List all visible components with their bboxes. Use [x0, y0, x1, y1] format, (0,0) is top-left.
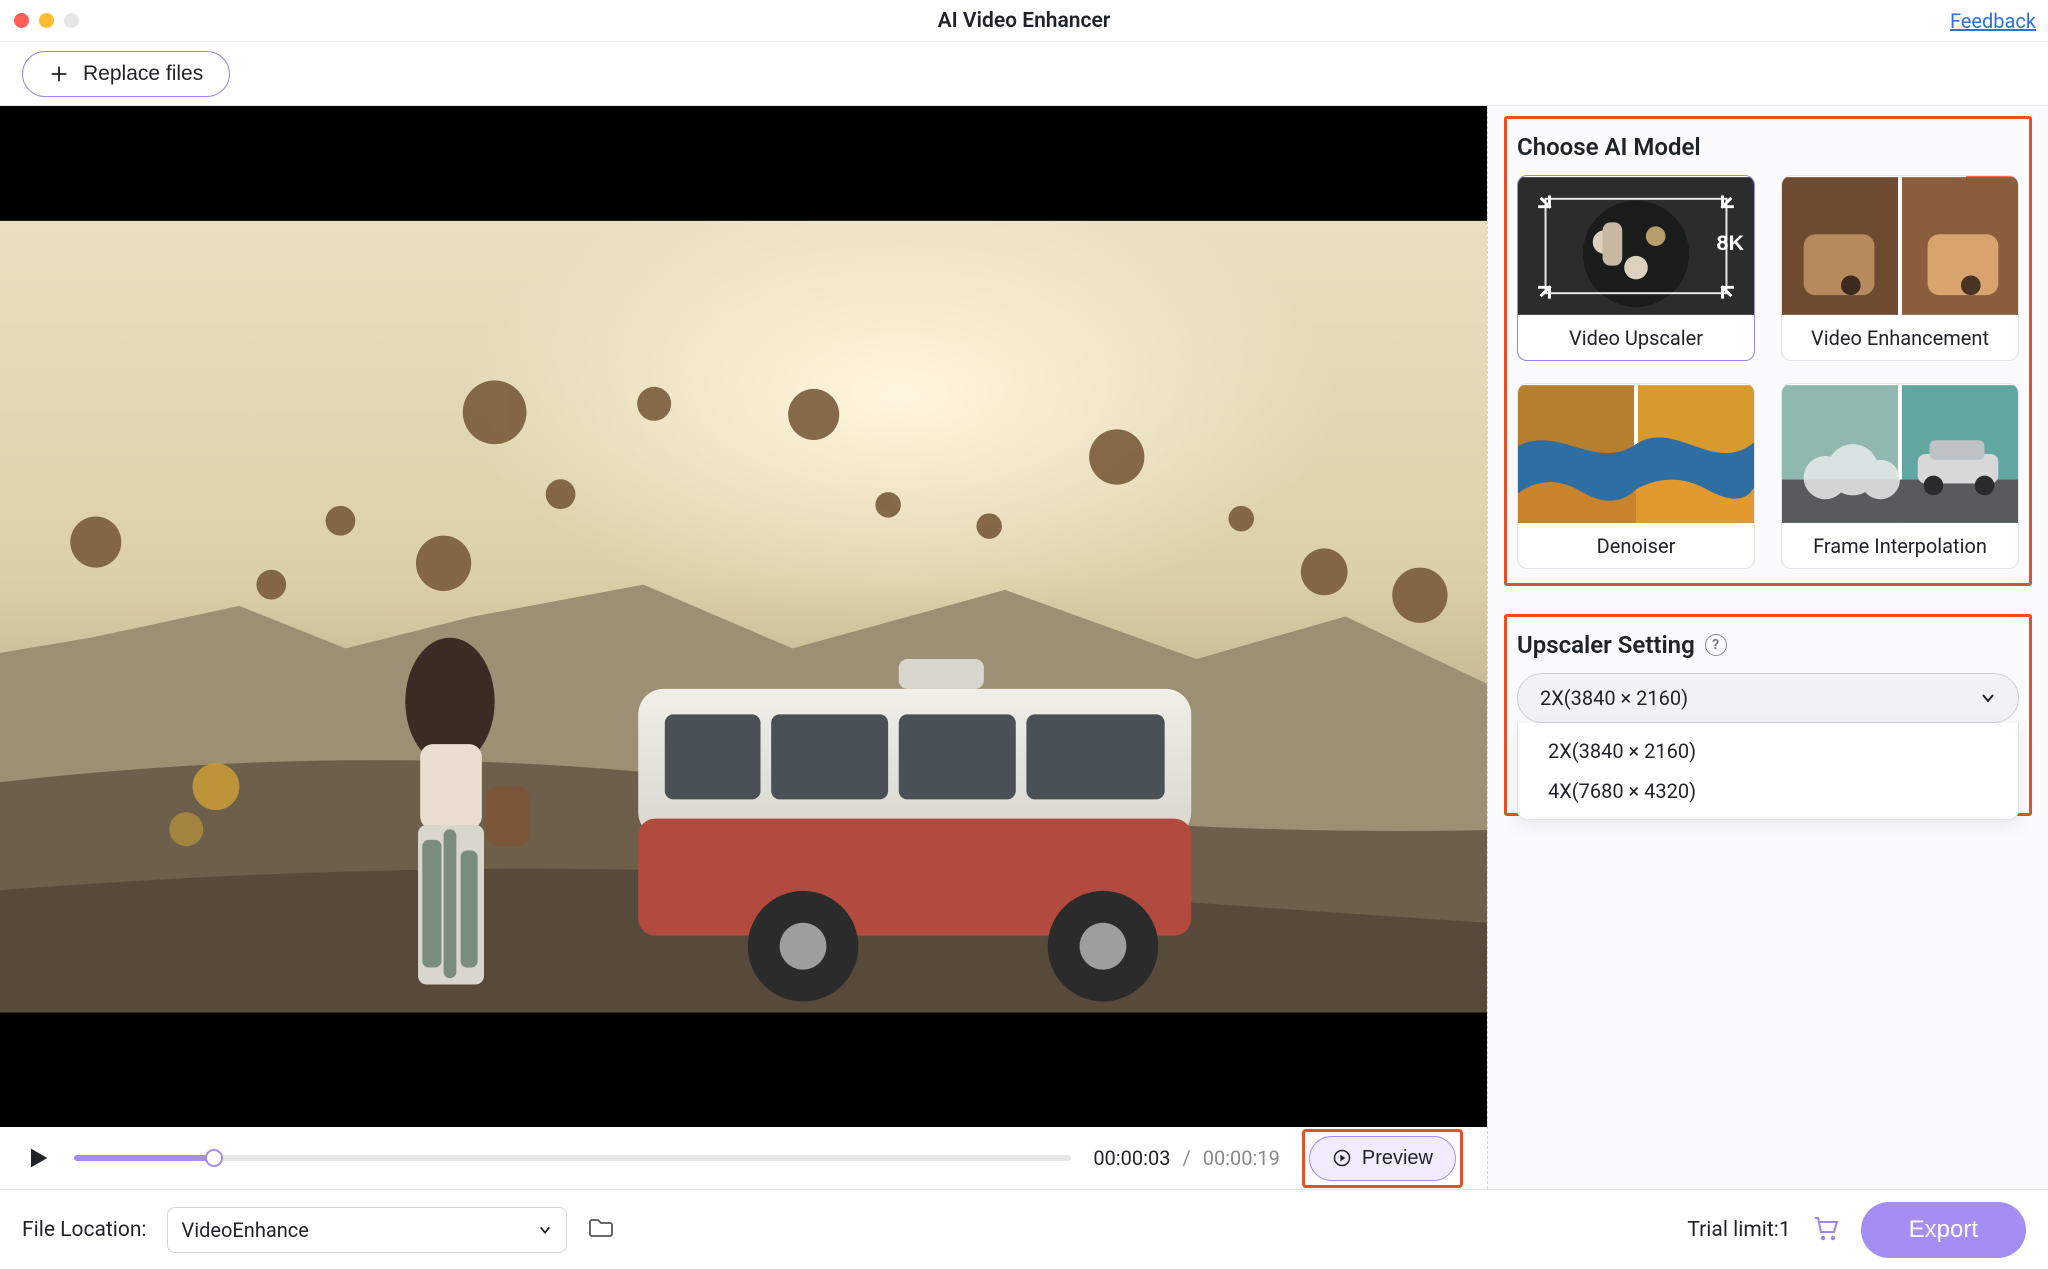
cart-button[interactable]	[1811, 1214, 1841, 1246]
model-frame-interpolation[interactable]: Frame Interpolation	[1781, 383, 2019, 569]
cart-icon	[1811, 1214, 1841, 1242]
close-window-button[interactable]	[14, 13, 29, 28]
upscaler-option-2x[interactable]: 2X(3840 × 2160)	[1518, 731, 2018, 771]
model-thumb-enhancement	[1782, 176, 2018, 316]
progress-handle[interactable]	[205, 1149, 223, 1167]
model-thumb-interpolation	[1782, 384, 2018, 524]
transport-bar: 00:00:03 / 00:00:19 Preview	[0, 1127, 1487, 1189]
export-button[interactable]: Export	[1861, 1202, 2026, 1258]
preview-button[interactable]: Preview	[1309, 1136, 1456, 1181]
annotation-preview-highlight: Preview	[1302, 1129, 1463, 1188]
file-location-select[interactable]: VideoEnhance	[167, 1207, 567, 1253]
upscaler-dropdown: 2X(3840 × 2160) 4X(7680 × 4320)	[1517, 723, 2019, 820]
time-display: 00:00:03 / 00:00:19	[1093, 1146, 1280, 1170]
model-label: Denoiser	[1518, 524, 1754, 568]
model-video-upscaler[interactable]: 8K Video Upscaler	[1517, 175, 1755, 361]
model-video-enhancement[interactable]: New Video Enhancement	[1781, 175, 2019, 361]
video-preview	[0, 106, 1487, 1127]
window-controls	[14, 13, 79, 28]
replace-files-label: Replace files	[83, 62, 203, 86]
model-label: Video Enhancement	[1782, 316, 2018, 360]
export-button-label: Export	[1909, 1216, 1978, 1243]
folder-icon	[587, 1216, 615, 1240]
model-thumb-upscaler: 8K	[1518, 176, 1754, 316]
model-denoiser[interactable]: Denoiser	[1517, 383, 1755, 569]
plus-icon	[49, 64, 69, 84]
top-toolbar: Replace files	[0, 42, 2048, 106]
app-title: AI Video Enhancer	[0, 9, 2048, 33]
preview-play-icon	[1332, 1148, 1352, 1168]
play-button[interactable]	[24, 1144, 52, 1172]
zoom-window-button[interactable]	[64, 13, 79, 28]
choose-model-title: Choose AI Model	[1517, 133, 2019, 161]
upscaler-selected-value: 2X(3840 × 2160)	[1540, 686, 1688, 710]
replace-files-button[interactable]: Replace files	[22, 51, 230, 97]
preview-button-label: Preview	[1362, 1147, 1433, 1170]
total-duration: 00:00:19	[1203, 1146, 1280, 1170]
video-still	[0, 106, 1487, 1127]
annotation-upscaler-highlight: Upscaler Setting ? 2X(3840 × 2160) 2X(38…	[1504, 614, 2032, 816]
model-thumb-denoiser	[1518, 384, 1754, 524]
open-folder-button[interactable]	[587, 1216, 615, 1244]
file-location-label: File Location:	[22, 1218, 147, 1242]
titlebar: AI Video Enhancer Feedback	[0, 0, 2048, 42]
current-time: 00:00:03	[1093, 1146, 1170, 1170]
upscaler-setting-title: Upscaler Setting	[1517, 631, 1695, 659]
play-icon	[24, 1144, 52, 1172]
workspace: 00:00:03 / 00:00:19 Preview Choose AI Mo…	[0, 106, 2048, 1189]
model-label: Frame Interpolation	[1782, 524, 2018, 568]
settings-panel: Choose AI Model	[1488, 106, 2048, 1189]
progress-fill	[74, 1155, 214, 1161]
annotation-model-highlight: Choose AI Model	[1504, 116, 2032, 586]
model-grid: 8K Video Upscaler New	[1517, 175, 2019, 569]
footer: File Location: VideoEnhance Trial limit:…	[0, 1189, 2048, 1269]
chevron-down-icon	[1980, 690, 1996, 706]
minimize-window-button[interactable]	[39, 13, 54, 28]
svg-text:8K: 8K	[1717, 230, 1745, 255]
upscaler-option-4x[interactable]: 4X(7680 × 4320)	[1518, 771, 2018, 811]
trial-limit: Trial limit:1	[1687, 1218, 1790, 1242]
file-location-value: VideoEnhance	[182, 1218, 309, 1242]
feedback-link[interactable]: Feedback	[1950, 9, 2036, 33]
upscaler-setting-title-row: Upscaler Setting ?	[1517, 631, 2019, 659]
help-icon[interactable]: ?	[1705, 634, 1727, 656]
chevron-down-icon	[538, 1223, 552, 1237]
upscaler-select: 2X(3840 × 2160) 2X(3840 × 2160) 4X(7680 …	[1517, 673, 2019, 723]
progress-bar[interactable]	[74, 1155, 1071, 1161]
model-label: Video Upscaler	[1518, 316, 1754, 360]
time-separator: /	[1182, 1146, 1190, 1170]
upscaler-select-head[interactable]: 2X(3840 × 2160)	[1517, 673, 2019, 723]
preview-column: 00:00:03 / 00:00:19 Preview	[0, 106, 1488, 1189]
